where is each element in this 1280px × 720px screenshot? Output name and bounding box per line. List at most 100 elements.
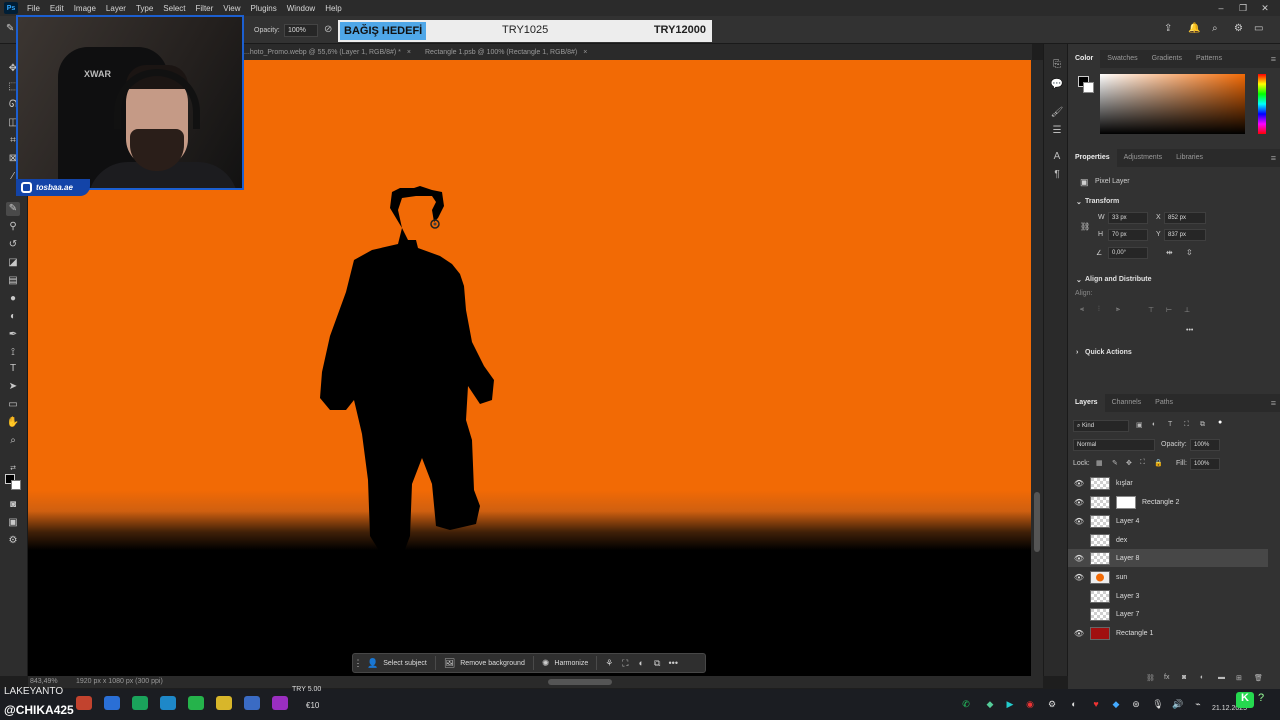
tray-record-icon[interactable]: ◉ bbox=[1024, 698, 1036, 710]
transform-icon[interactable]: ⧉ bbox=[649, 658, 665, 669]
align-top-icon[interactable]: ⊤ bbox=[1148, 306, 1154, 314]
app-icon[interactable] bbox=[244, 696, 260, 710]
microphone-icon[interactable]: 🎙 bbox=[1152, 698, 1164, 710]
tab-swatches[interactable]: Swatches bbox=[1100, 50, 1144, 68]
vertical-scrollbar[interactable] bbox=[1031, 60, 1043, 676]
layer-row[interactable]: 👁 Layer 4 bbox=[1068, 512, 1268, 530]
visibility-eye-icon[interactable]: 👁 bbox=[1068, 573, 1090, 582]
background-swatch[interactable] bbox=[1083, 82, 1094, 93]
more-align-icon[interactable]: ••• bbox=[1186, 327, 1193, 334]
tab-rectangle-doc[interactable]: Rectangle 1.psb @ 100% (Rectangle 1, RGB… bbox=[421, 49, 597, 56]
filter-shape-icon[interactable]: ⛶ bbox=[1184, 421, 1189, 429]
clone-stamp-icon[interactable]: ⚲ bbox=[6, 220, 20, 234]
whatsapp-icon[interactable]: ✆ bbox=[960, 698, 972, 710]
steam-icon[interactable]: ⊛ bbox=[1130, 698, 1142, 710]
x-field[interactable]: 852 px bbox=[1164, 212, 1206, 224]
quick-actions-chevron-icon[interactable]: › bbox=[1076, 349, 1078, 356]
restore-icon[interactable]: ❐ bbox=[1232, 0, 1254, 16]
lock-position-icon[interactable]: ✥ bbox=[1126, 459, 1132, 467]
height-field[interactable]: 70 px bbox=[1108, 229, 1148, 241]
layer-row[interactable]: 👁 kışlar bbox=[1068, 474, 1268, 492]
more-options-icon[interactable]: ••• bbox=[665, 658, 681, 668]
layer-row[interactable]: Layer 3 bbox=[1068, 587, 1268, 605]
lock-pixels-icon[interactable]: ✎ bbox=[1112, 459, 1118, 467]
layer-row[interactable]: Layer 7 bbox=[1068, 605, 1268, 623]
remove-background-button[interactable]: 🖼 Remove background bbox=[440, 658, 529, 669]
transform-chevron-icon[interactable]: ⌄ bbox=[1076, 198, 1082, 206]
history-brush-icon[interactable]: ↺ bbox=[6, 238, 20, 252]
eraser-icon[interactable]: ◪ bbox=[6, 256, 20, 270]
fill-field[interactable]: 100% bbox=[1190, 458, 1220, 470]
brush-tool-icon[interactable]: ✎ bbox=[6, 23, 14, 34]
tab-libraries[interactable]: Libraries bbox=[1169, 149, 1210, 167]
menu-view[interactable]: View bbox=[218, 4, 245, 13]
select-subject-button[interactable]: 👤 Select subject bbox=[363, 658, 431, 669]
close-icon[interactable]: ✕ bbox=[1254, 0, 1276, 16]
kind-filter[interactable]: ⌕ Kind bbox=[1073, 420, 1129, 432]
zoom-level[interactable]: 843,49% bbox=[30, 678, 58, 685]
filter-pixel-icon[interactable]: ▣ bbox=[1136, 421, 1143, 429]
link-layers-icon[interactable]: ⛓ bbox=[1146, 674, 1155, 682]
align-center-icon[interactable]: ⫶ bbox=[1098, 306, 1100, 314]
align-left-icon[interactable]: ⫷ bbox=[1080, 306, 1084, 314]
brushes-icon[interactable]: 🖌 bbox=[1050, 106, 1064, 120]
adjustments-icon[interactable]: ☰ bbox=[1050, 124, 1064, 138]
app-icon[interactable] bbox=[104, 696, 120, 710]
tray-app-icon[interactable]: ◐ bbox=[1068, 698, 1080, 710]
lock-transparent-icon[interactable]: ▦ bbox=[1096, 459, 1103, 467]
app-icon[interactable] bbox=[76, 696, 92, 710]
brush-tool-icon[interactable]: ✎ bbox=[6, 202, 20, 216]
delete-layer-icon[interactable]: 🗑 bbox=[1254, 674, 1263, 682]
tab-gradients[interactable]: Gradients bbox=[1145, 50, 1189, 68]
tab-patterns[interactable]: Patterns bbox=[1189, 50, 1229, 68]
tray-app-icon[interactable]: ◆ bbox=[984, 698, 996, 710]
angle-field[interactable]: 0,00° bbox=[1108, 247, 1148, 259]
opacity-field[interactable]: 100% bbox=[284, 24, 318, 37]
align-distribute-heading[interactable]: Align and Distribute bbox=[1085, 276, 1152, 283]
quick-mask-icon[interactable]: ◙ bbox=[6, 498, 20, 512]
menu-filter[interactable]: Filter bbox=[191, 4, 219, 13]
harmonize-button[interactable]: ✺ Harmonize bbox=[538, 658, 592, 669]
lock-all-icon[interactable]: 🔒 bbox=[1154, 459, 1163, 467]
panel-menu-icon[interactable]: ≡ bbox=[1271, 398, 1276, 408]
app-icon[interactable] bbox=[216, 696, 232, 710]
visibility-eye-icon[interactable]: 👁 bbox=[1068, 517, 1090, 526]
menu-help[interactable]: Help bbox=[320, 4, 346, 13]
dodge-tool-icon[interactable]: ◐ bbox=[6, 310, 20, 324]
airbrush-icon[interactable]: ⊘ bbox=[324, 24, 332, 35]
layer-row[interactable]: 👁 Rectangle 1 bbox=[1068, 624, 1268, 642]
app-icon[interactable] bbox=[160, 696, 176, 710]
app-icon[interactable] bbox=[272, 696, 288, 710]
tray-app-icon[interactable]: ♥ bbox=[1090, 698, 1102, 710]
width-field[interactable]: 33 px bbox=[1108, 212, 1148, 224]
tab-adjustments[interactable]: Adjustments bbox=[1117, 149, 1170, 167]
app-icon[interactable] bbox=[132, 696, 148, 710]
tray-play-icon[interactable]: ▶ bbox=[1004, 698, 1016, 710]
layer-row-selected[interactable]: 👁 Layer 8 bbox=[1068, 549, 1268, 567]
menu-type[interactable]: Type bbox=[131, 4, 158, 13]
layer-row[interactable]: 👁 sun bbox=[1068, 568, 1268, 586]
history-icon[interactable]: ⎘ bbox=[1050, 58, 1064, 72]
background-color-swatch[interactable] bbox=[11, 480, 21, 490]
layer-style-icon[interactable]: fx bbox=[1164, 674, 1169, 681]
menu-file[interactable]: File bbox=[22, 4, 45, 13]
notifications-icon[interactable]: 🔔 bbox=[1188, 23, 1200, 34]
visibility-eye-icon[interactable]: 👁 bbox=[1068, 479, 1090, 488]
minimize-icon[interactable]: – bbox=[1210, 0, 1232, 16]
color-picker-field[interactable] bbox=[1100, 74, 1245, 134]
app-icon[interactable] bbox=[188, 696, 204, 710]
tray-gear-icon[interactable]: ⚙ bbox=[1046, 698, 1058, 710]
screen-mode-icon[interactable]: ▣ bbox=[6, 516, 20, 530]
align-bottom-icon[interactable]: ⊥ bbox=[1184, 306, 1190, 314]
align-middle-icon[interactable]: ⊢ bbox=[1166, 306, 1172, 314]
tab-layers[interactable]: Layers bbox=[1068, 394, 1105, 412]
panel-menu-icon[interactable]: ≡ bbox=[1271, 54, 1276, 64]
scroll-thumb[interactable] bbox=[1034, 492, 1040, 552]
filter-adjustment-icon[interactable]: ◐ bbox=[1152, 421, 1156, 428]
tab-channels[interactable]: Channels bbox=[1105, 394, 1149, 412]
close-tab-icon[interactable]: × bbox=[407, 49, 411, 56]
type-tool-icon[interactable]: T bbox=[6, 362, 20, 376]
edit-toolbar-icon[interactable]: ⚙ bbox=[6, 534, 20, 548]
volume-icon[interactable]: 🔊 bbox=[1172, 698, 1184, 710]
tab-properties[interactable]: Properties bbox=[1068, 149, 1117, 167]
